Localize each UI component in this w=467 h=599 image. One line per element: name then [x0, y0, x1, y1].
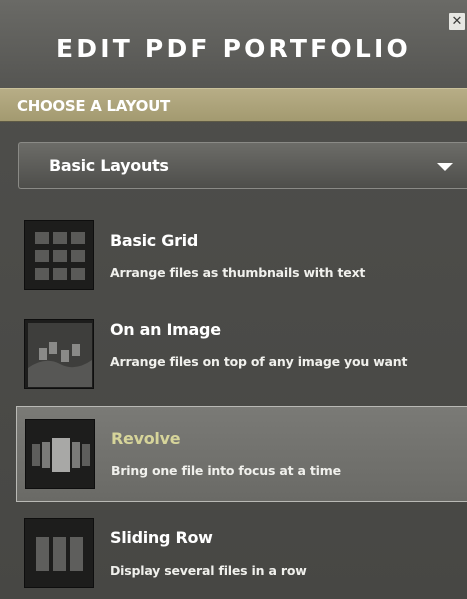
image-layout-icon [24, 319, 94, 389]
layout-description: Display several files in a row [110, 563, 307, 578]
panel-header: EDIT PDF PORTFOLIO ✕ [0, 0, 467, 88]
edit-portfolio-panel: EDIT PDF PORTFOLIO ✕ CHOOSE A LAYOUT Bas… [0, 0, 467, 599]
layout-title: Revolve [111, 429, 181, 448]
chevron-down-icon [437, 163, 453, 171]
layout-item-sliding-row[interactable]: Sliding Row Display several files in a r… [16, 508, 467, 599]
layout-item-revolve[interactable]: Revolve Bring one file into focus at a t… [16, 406, 467, 502]
layout-category-dropdown[interactable]: Basic Layouts [18, 142, 467, 189]
layout-item-on-an-image[interactable]: On an Image Arrange files on top of any … [16, 308, 467, 402]
layout-title: Basic Grid [110, 231, 199, 250]
layout-description: Arrange files on top of any image you wa… [110, 354, 408, 369]
layout-description: Arrange files as thumbnails with text [110, 265, 366, 280]
revolve-layout-icon [25, 419, 95, 489]
section-header: CHOOSE A LAYOUT [0, 88, 467, 122]
dropdown-value: Basic Layouts [49, 156, 169, 175]
layout-description: Bring one file into focus at a time [111, 463, 341, 478]
sliding-row-layout-icon [24, 518, 94, 588]
layout-title: Sliding Row [110, 528, 213, 547]
section-label: CHOOSE A LAYOUT [17, 97, 170, 115]
panel-title: EDIT PDF PORTFOLIO [56, 34, 411, 63]
layout-title: On an Image [110, 320, 221, 339]
layout-item-basic-grid[interactable]: Basic Grid Arrange files as thumbnails w… [16, 212, 467, 298]
close-icon[interactable]: ✕ [449, 13, 465, 30]
grid-layout-icon [24, 220, 94, 290]
